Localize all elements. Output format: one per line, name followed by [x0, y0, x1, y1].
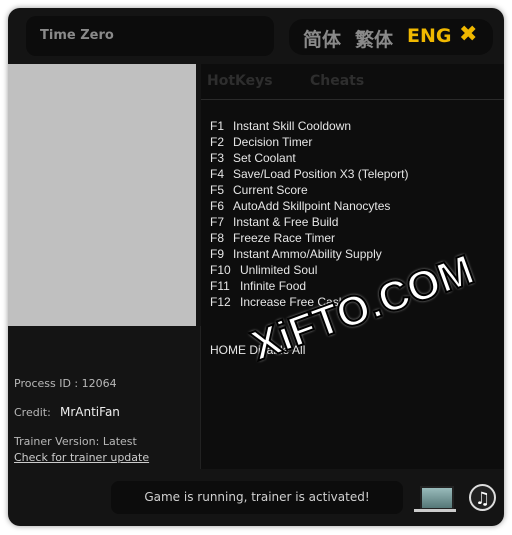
- laptop-icon[interactable]: [414, 484, 456, 512]
- hotkey-key: F3: [210, 151, 225, 165]
- hotkey-key: F9: [210, 247, 225, 261]
- language-bar: 简体 繁体 ENG ✖: [289, 19, 493, 55]
- hotkey-label: Decision Timer: [233, 135, 313, 149]
- hotkey-label: Instant Skill Cooldown: [233, 119, 352, 133]
- hotkey-label: Save/Load Position X3 (Teleport): [233, 167, 409, 181]
- hotkey-item: F5 Current Score: [210, 183, 308, 197]
- hotkey-item: F1 Instant Skill Cooldown: [210, 119, 351, 133]
- game-image: [8, 64, 196, 326]
- hotkey-item: F11 Infinite Food: [210, 279, 306, 293]
- credit-value: MrAntiFan: [60, 405, 120, 419]
- close-icon[interactable]: ✖: [459, 22, 477, 47]
- game-title: Time Zero: [40, 28, 114, 43]
- process-id: Process ID : 12064: [14, 377, 117, 390]
- hotkey-key: F2: [210, 135, 225, 149]
- hotkey-item: F2 Decision Timer: [210, 135, 312, 149]
- hotkey-item: F7 Instant & Free Build: [210, 215, 338, 229]
- hotkey-key: F5: [210, 183, 225, 197]
- hotkey-label: Unlimited Soul: [240, 263, 318, 277]
- hotkey-item: F8 Freeze Race Timer: [210, 231, 335, 245]
- lang-simplified[interactable]: 简体: [303, 25, 341, 52]
- hotkey-key: F6: [210, 199, 225, 213]
- hotkey-key: F10: [210, 263, 231, 277]
- hotkey-label: Instant Ammo/Ability Supply: [233, 247, 382, 261]
- hotkey-label: Set Coolant: [233, 151, 296, 165]
- hotkey-key: F1: [210, 119, 225, 133]
- hotkey-label: Instant & Free Build: [233, 215, 339, 229]
- hotkey-key: F4: [210, 167, 225, 181]
- hotkey-item: F4 Save/Load Position X3 (Teleport): [210, 167, 408, 181]
- hotkey-label: Freeze Race Timer: [233, 231, 336, 245]
- hotkey-label: AutoAdd Skillpoint Nanocytes: [233, 199, 391, 213]
- status-bar: Game is running, trainer is activated!: [111, 481, 403, 514]
- hotkey-key: F8: [210, 231, 225, 245]
- hotkey-key: F11: [210, 279, 230, 293]
- trainer-version: Trainer Version: Latest: [14, 435, 137, 448]
- tab-bar: HotKeys Cheats: [201, 64, 504, 100]
- credit-label: Credit:: [14, 406, 51, 419]
- title-bar: Time Zero: [26, 16, 274, 56]
- hotkey-key: F7: [210, 215, 225, 229]
- lang-english[interactable]: ENG: [407, 25, 451, 47]
- lang-traditional[interactable]: 繁体: [355, 25, 393, 52]
- hotkey-item: F9 Instant Ammo/Ability Supply: [210, 247, 382, 261]
- hotkey-key: F12: [210, 295, 231, 309]
- tab-cheats[interactable]: Cheats: [310, 73, 364, 89]
- hotkey-item: F10 Unlimited Soul: [210, 263, 317, 277]
- music-icon[interactable]: ♫: [469, 484, 496, 511]
- hotkey-item: F6 AutoAdd Skillpoint Nanocytes: [210, 199, 390, 213]
- update-link[interactable]: Check for trainer update: [14, 451, 149, 464]
- hotkey-label: Current Score: [233, 183, 308, 197]
- hotkey-label: Infinite Food: [240, 279, 307, 293]
- hotkey-item: F3 Set Coolant: [210, 151, 296, 165]
- tab-hotkeys[interactable]: HotKeys: [207, 73, 273, 89]
